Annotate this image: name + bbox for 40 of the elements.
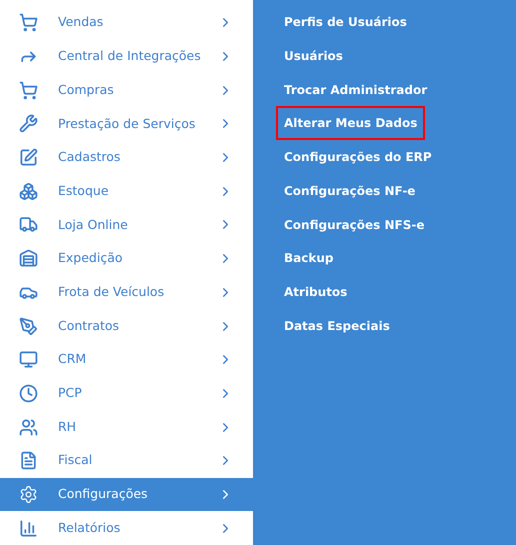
settings-icon bbox=[19, 484, 38, 504]
edit-icon bbox=[19, 148, 38, 168]
cart-icon bbox=[19, 13, 38, 32]
pen-icon bbox=[19, 316, 38, 336]
menu-item[interactable]: Configurações bbox=[0, 478, 253, 512]
submenu-item[interactable]: Datas Especiais bbox=[276, 309, 398, 344]
menu-item[interactable]: Fiscal bbox=[0, 444, 253, 478]
submenu-item[interactable]: Usuários bbox=[276, 38, 351, 73]
menu-item[interactable]: Relatórios bbox=[0, 511, 253, 545]
menu-item[interactable]: PCP bbox=[0, 376, 253, 410]
menu-item[interactable]: Frota de Veículos bbox=[0, 276, 253, 310]
menu-item[interactable]: Estoque bbox=[0, 174, 253, 208]
submenu-item[interactable]: Configurações NF-e bbox=[276, 174, 424, 208]
menu-item[interactable]: Contratos bbox=[0, 309, 253, 343]
submenu-item[interactable]: Trocar Administrador bbox=[276, 72, 436, 106]
bar-chart-icon bbox=[19, 518, 38, 538]
submenu-item[interactable]: Alterar Meus Dados bbox=[276, 106, 426, 140]
cart-icon bbox=[19, 80, 38, 100]
document-icon bbox=[19, 451, 38, 470]
menu-item[interactable]: Central de Integrações bbox=[0, 40, 253, 74]
menu-item[interactable]: Vendas bbox=[0, 6, 253, 40]
submenu-item[interactable]: Perfis de Usuários bbox=[276, 4, 415, 39]
warehouse-icon bbox=[19, 249, 38, 268]
boxes-icon bbox=[19, 182, 38, 201]
clock-icon bbox=[19, 384, 38, 403]
menu-item[interactable]: Prestação de Serviços bbox=[0, 107, 253, 141]
menu-item[interactable]: RH bbox=[0, 410, 253, 444]
users-icon bbox=[19, 418, 38, 437]
menu-item[interactable]: CRM bbox=[0, 342, 253, 377]
wrench-icon bbox=[19, 114, 38, 134]
menu-item[interactable]: Compras bbox=[0, 73, 253, 108]
submenu-item[interactable]: Atributos bbox=[276, 275, 356, 310]
truck-icon bbox=[19, 215, 38, 234]
monitor-icon bbox=[19, 350, 38, 370]
submenu-item[interactable]: Backup bbox=[276, 241, 342, 276]
menu-item[interactable]: Expedição bbox=[0, 242, 253, 276]
menu-item[interactable]: Cadastros bbox=[0, 140, 253, 174]
menu-item[interactable]: Loja Online bbox=[0, 208, 253, 242]
submenu-item[interactable]: Configurações do ERP bbox=[276, 140, 440, 174]
submenu-item[interactable]: Configurações NFS-e bbox=[276, 208, 432, 242]
